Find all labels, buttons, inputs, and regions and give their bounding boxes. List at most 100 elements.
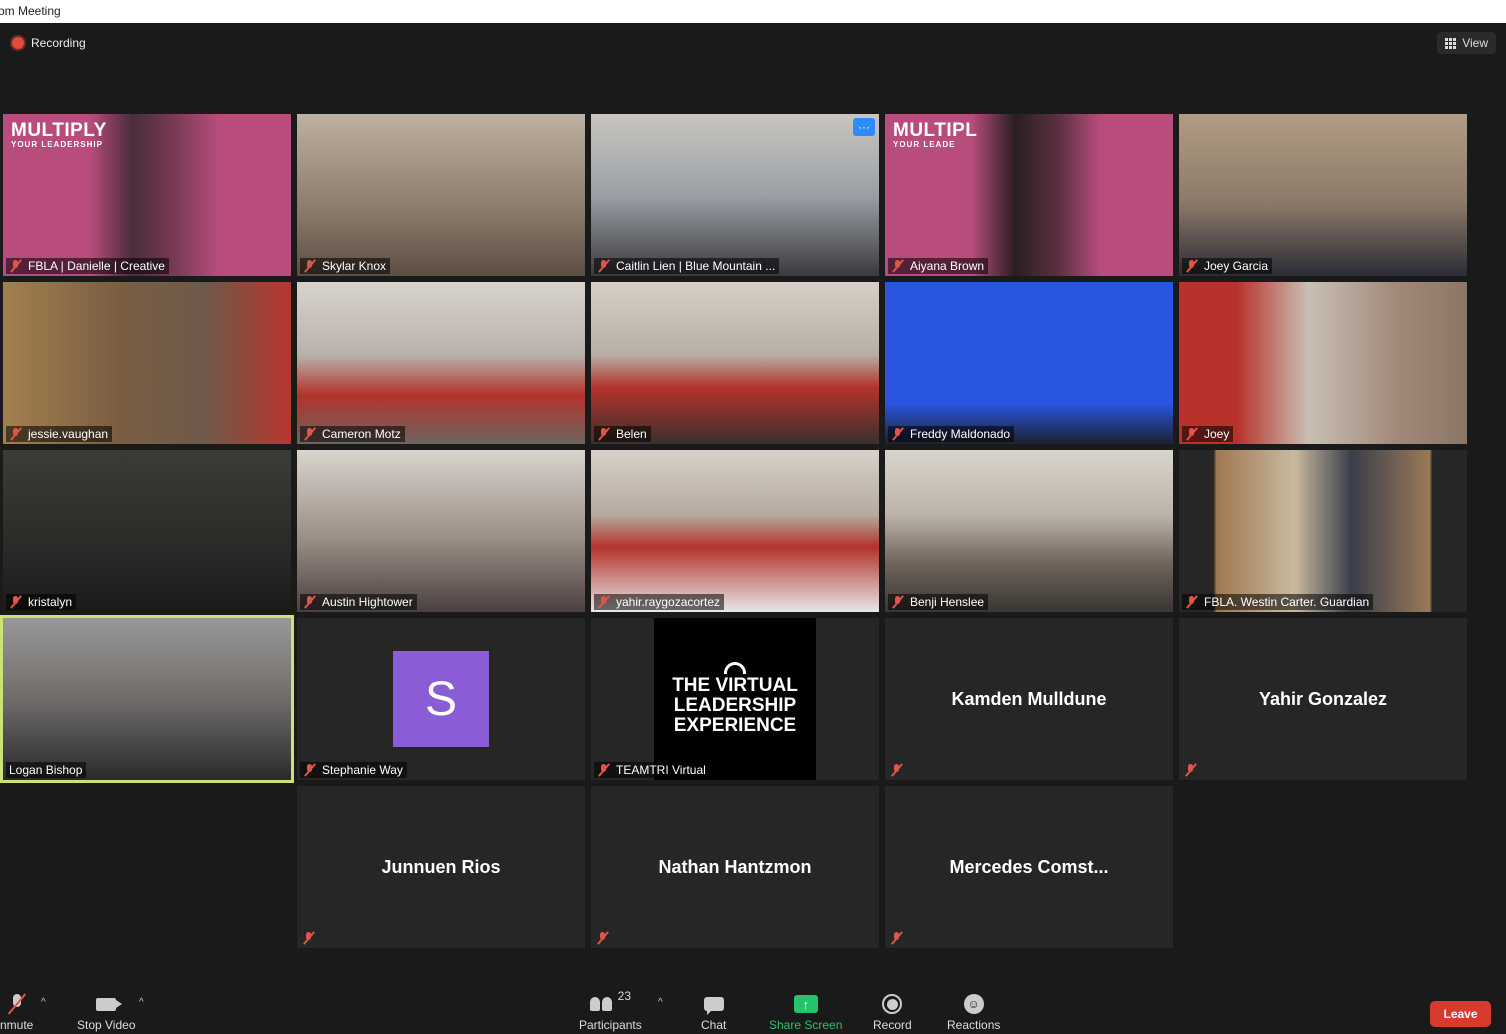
- participant-label: Joey: [1182, 426, 1234, 442]
- participant-name: kristalyn: [28, 595, 73, 609]
- participant-name: Caitlin Lien | Blue Mountain ...: [616, 259, 776, 273]
- video-tile[interactable]: Freddy Maldonado: [885, 282, 1173, 444]
- chat-icon: [703, 997, 724, 1015]
- reactions-button[interactable]: ☺ Reactions: [947, 991, 1000, 1032]
- participant-label: Cameron Motz: [300, 426, 405, 442]
- participant-label: Aiyana Brown: [888, 258, 989, 274]
- logo-line: LEADERSHIP: [673, 695, 797, 717]
- video-tile[interactable]: Joey: [1179, 282, 1467, 444]
- share-screen-button[interactable]: ↑ Share Screen: [769, 991, 842, 1032]
- wifi-icon: [724, 662, 746, 675]
- multiply-logo: MULTIPLY YOUR LEADERSHIP: [11, 120, 107, 149]
- video-tile[interactable]: Austin Hightower: [297, 450, 585, 612]
- participant-name: Stephanie Way: [322, 763, 403, 777]
- participants-count: 23: [617, 989, 632, 1003]
- participant-name: Kamden Mulldune: [951, 688, 1107, 709]
- participants-button[interactable]: 23 Participants: [579, 989, 642, 1032]
- participant-name: yahir.raygozacortez: [616, 595, 721, 609]
- stop-video-label: Stop Video: [77, 1018, 136, 1032]
- more-options-button[interactable]: ···: [853, 118, 875, 136]
- mic-muted-icon: [1185, 259, 1199, 273]
- video-tile[interactable]: Benji Henslee: [885, 450, 1173, 612]
- video-feed: [297, 114, 585, 276]
- video-tile[interactable]: yahir.raygozacortez: [591, 450, 879, 612]
- chat-label: Chat: [701, 1018, 727, 1032]
- chat-button[interactable]: Chat: [701, 991, 726, 1032]
- participant-label: Caitlin Lien | Blue Mountain ...: [594, 258, 780, 274]
- participant-name: Yahir Gonzalez: [1258, 688, 1388, 709]
- video-feed: [3, 282, 291, 444]
- video-tile[interactable]: Nathan Hantzmon: [591, 786, 879, 948]
- mic-muted-icon: [303, 763, 317, 777]
- participants-icon: [589, 997, 614, 1011]
- unmute-button[interactable]: nmute: [0, 991, 33, 1032]
- video-feed: [591, 450, 879, 612]
- active-speaker-tile[interactable]: Logan Bishop: [3, 618, 291, 780]
- logo-line: EXPERIENCE: [673, 714, 797, 736]
- video-feed: [591, 282, 879, 444]
- video-feed: [3, 450, 291, 612]
- video-feed: [297, 282, 585, 444]
- video-tile[interactable]: Kamden Mulldune: [885, 618, 1173, 780]
- video-tile[interactable]: S Stephanie Way: [297, 618, 585, 780]
- participant-label: yahir.raygozacortez: [594, 594, 725, 610]
- mic-muted-icon: [9, 259, 23, 273]
- mic-muted-icon: [891, 259, 905, 273]
- unmute-label: nmute: [0, 1018, 34, 1032]
- multiply-logo: MULTIPL YOUR LEADE: [893, 120, 978, 149]
- participant-name: FBLA. Westin Carter. Guardian: [1204, 595, 1370, 609]
- participant-name: Freddy Maldonado: [910, 427, 1011, 441]
- video-tile[interactable]: MULTIPL YOUR LEADE Aiyana Brown: [885, 114, 1173, 276]
- mic-muted-icon: [303, 259, 317, 273]
- video-tile[interactable]: jessie.vaughan: [3, 282, 291, 444]
- mic-muted-icon: [597, 763, 611, 777]
- video-feed: [885, 450, 1173, 612]
- mic-muted-icon: [597, 595, 611, 609]
- participant-name: Cameron Motz: [322, 427, 401, 441]
- video-tile[interactable]: kristalyn: [3, 450, 291, 612]
- participant-name: Joey Garcia: [1204, 259, 1269, 273]
- participant-label: Skylar Knox: [300, 258, 391, 274]
- video-tile[interactable]: ··· Caitlin Lien | Blue Mountain ...: [591, 114, 879, 276]
- participant-label: TEAMTRI Virtual: [594, 762, 710, 778]
- mic-muted-icon: [9, 595, 23, 609]
- video-tile[interactable]: Mercedes Comst...: [885, 786, 1173, 948]
- video-tile[interactable]: Skylar Knox: [297, 114, 585, 276]
- participant-label: Belen: [594, 426, 651, 442]
- participant-label: Freddy Maldonado: [888, 426, 1015, 442]
- video-tile[interactable]: Yahir Gonzalez: [1179, 618, 1467, 780]
- video-tile[interactable]: Joey Garcia: [1179, 114, 1467, 276]
- participant-label: Stephanie Way: [300, 762, 407, 778]
- video-tile[interactable]: FBLA. Westin Carter. Guardian: [1179, 450, 1467, 612]
- participant-label: FBLA. Westin Carter. Guardian: [1182, 594, 1374, 610]
- leave-button[interactable]: Leave: [1430, 1001, 1491, 1027]
- participant-label: FBLA | Danielle | Creative: [6, 258, 169, 274]
- mic-muted-icon: [1185, 595, 1199, 609]
- virtual-leadership-logo: THE VIRTUAL LEADERSHIP EXPERIENCE: [654, 618, 816, 780]
- audio-options-caret-icon[interactable]: ^: [41, 997, 46, 1008]
- microphone-muted-icon: [7, 993, 27, 1015]
- participant-label: Joey Garcia: [1182, 258, 1273, 274]
- participant-name: FBLA | Danielle | Creative: [28, 259, 165, 273]
- video-tile[interactable]: Belen: [591, 282, 879, 444]
- participant-label: Logan Bishop: [6, 762, 87, 778]
- participant-name: Junnuen Rios: [381, 856, 501, 877]
- video-options-caret-icon[interactable]: ^: [139, 997, 144, 1008]
- smiley-icon: ☺: [963, 994, 984, 1014]
- participant-name: Joey: [1204, 427, 1230, 441]
- video-tile[interactable]: MULTIPLY YOUR LEADERSHIP FBLA | Danielle …: [3, 114, 291, 276]
- video-tile[interactable]: Cameron Motz: [297, 282, 585, 444]
- participants-options-caret-icon[interactable]: ^: [658, 997, 663, 1008]
- reactions-label: Reactions: [947, 1018, 1001, 1032]
- video-tile[interactable]: THE VIRTUAL LEADERSHIP EXPERIENCE TEAMTR…: [591, 618, 879, 780]
- video-camera-icon: [96, 997, 123, 1011]
- participant-name: Mercedes Comst...: [949, 856, 1109, 877]
- record-label: Record: [873, 1018, 912, 1032]
- video-feed: [297, 450, 585, 612]
- mic-muted-icon: [891, 595, 905, 609]
- participant-name: TEAMTRI Virtual: [616, 763, 706, 777]
- record-button[interactable]: Record: [873, 991, 912, 1032]
- mic-muted-icon: [303, 427, 317, 441]
- video-tile[interactable]: Junnuen Rios: [297, 786, 585, 948]
- stop-video-button[interactable]: Stop Video: [77, 991, 136, 1032]
